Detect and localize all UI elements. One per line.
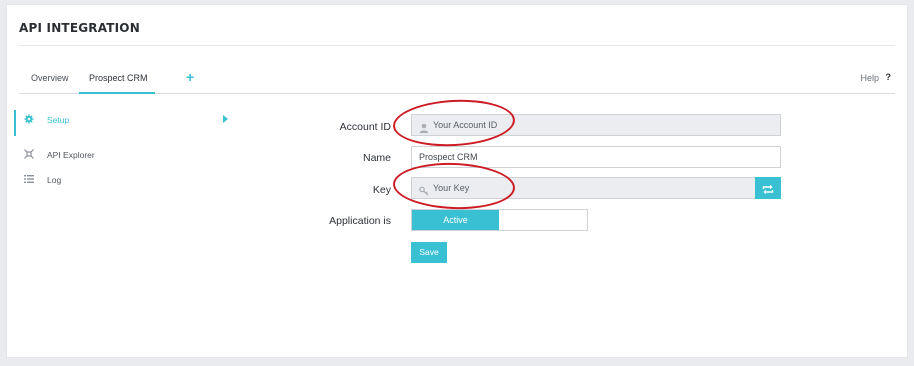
sidebar-item-label: API Explorer — [47, 150, 95, 160]
refresh-icon — [762, 182, 774, 200]
key-field[interactable]: Your Key — [411, 177, 756, 199]
key-placeholder: Your Key — [433, 183, 470, 193]
sidebar-item-setup[interactable]: Setup — [14, 110, 234, 136]
account-id-placeholder: Your Account ID — [433, 120, 498, 130]
account-id-field[interactable]: Your Account ID — [411, 114, 781, 136]
active-tab-indicator — [79, 92, 155, 94]
name-label: Name — [362, 152, 391, 164]
active-indicator — [14, 110, 16, 136]
sidebar-item-label: Log — [47, 175, 62, 185]
refresh-key-button[interactable] — [755, 177, 781, 199]
page-title: API INTEGRATION — [19, 21, 140, 35]
list-icon — [24, 174, 34, 184]
chevron-right-icon — [223, 115, 228, 123]
toggle-inactive-option[interactable] — [499, 210, 587, 230]
api-explorer-icon — [24, 149, 34, 159]
name-value: Prospect CRM — [419, 152, 478, 162]
application-status-toggle: Active — [411, 209, 588, 231]
key-label: Key — [372, 184, 391, 196]
tab-overview[interactable]: Overview — [31, 73, 69, 83]
add-tab-button[interactable]: + — [186, 69, 194, 85]
sidebar-item-api-explorer[interactable]: API Explorer — [14, 145, 234, 167]
user-icon — [419, 120, 429, 133]
toggle-active-option[interactable]: Active — [412, 210, 499, 230]
help-link[interactable]: Help — [860, 73, 879, 83]
account-id-label: Account ID — [339, 121, 391, 133]
sidebar-item-label: Setup — [47, 115, 70, 125]
sidebar-item-log[interactable]: Log — [14, 170, 234, 192]
application-status-label: Application is — [329, 215, 391, 227]
gear-icon — [24, 114, 34, 124]
tab-bar: Overview Prospect CRM + Help ? — [19, 65, 895, 94]
tab-prospect-crm[interactable]: Prospect CRM — [89, 73, 148, 83]
key-icon — [419, 183, 429, 196]
help-question-icon[interactable]: ? — [886, 72, 892, 82]
title-divider — [19, 45, 895, 46]
save-button[interactable]: Save — [411, 242, 447, 263]
name-field[interactable]: Prospect CRM — [411, 146, 781, 168]
